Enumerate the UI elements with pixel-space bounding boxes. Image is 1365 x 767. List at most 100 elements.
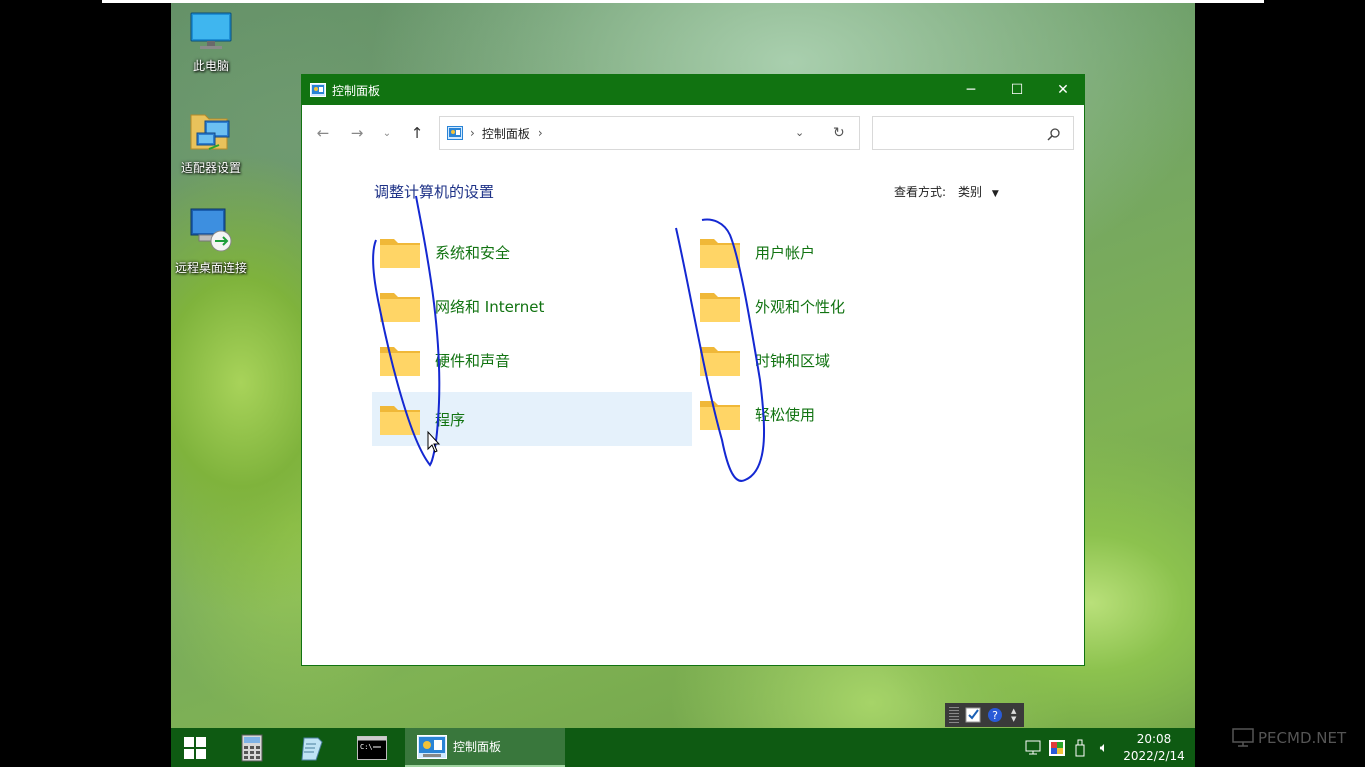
category-label[interactable]: 轻松使用 <box>755 404 815 425</box>
category-programs[interactable]: 程序 <box>372 392 692 446</box>
watermark-text: PECMD.NET <box>1258 729 1347 747</box>
breadcrumb-control-panel[interactable]: 控制面板 <box>482 125 530 142</box>
category-appearance[interactable]: 外观和个性化 <box>692 279 1012 333</box>
notepad-icon <box>301 737 323 760</box>
recent-locations-button[interactable]: ⌄ <box>376 122 398 144</box>
tray-volume[interactable]: 🔈︎ <box>1091 728 1117 767</box>
taskbar-calculator[interactable] <box>229 728 275 767</box>
desktop-icon-label: 此电脑 <box>192 59 229 73</box>
back-button[interactable]: ← <box>312 122 334 144</box>
refresh-icon: ↻ <box>833 125 845 141</box>
page-heading: 调整计算机的设置 <box>374 183 495 201</box>
monitor-icon <box>1232 728 1254 747</box>
start-button[interactable] <box>171 728 219 767</box>
chevron-down-icon: ⌄ <box>382 127 392 139</box>
folder-icon <box>700 239 740 268</box>
calculator-icon <box>241 734 263 761</box>
arrow-right-icon: → <box>350 124 364 142</box>
view-by-dropdown[interactable]: 类别 ▼ <box>958 183 999 200</box>
window-title: 控制面板 <box>332 83 381 98</box>
control-panel-icon <box>417 734 447 759</box>
desktop-icon-label: 远程桌面连接 <box>174 261 247 275</box>
category-label[interactable]: 时钟和区域 <box>755 350 830 371</box>
maximize-icon: ☐ <box>1010 82 1024 98</box>
chevron-down-icon: ⌄ <box>795 126 805 139</box>
address-bar[interactable]: › 控制面板 › ⌄ ↻ <box>439 116 860 150</box>
category-hardware-sound[interactable]: 硬件和声音 <box>372 333 692 387</box>
terminal-icon: C:\ <box>357 735 387 760</box>
desktop-icon-label: 适配器设置 <box>180 161 241 175</box>
folder-icon <box>380 293 420 322</box>
folder-icon <box>380 347 420 376</box>
refresh-button[interactable]: ↻ <box>833 125 845 141</box>
floating-toolbar[interactable]: ? ▲ ▼ <box>945 703 1024 727</box>
navigation-bar: ← → ⌄ ↑ › 控制面板 › ⌄ ↻ <box>302 116 1084 150</box>
grip-icon[interactable] <box>949 707 959 723</box>
search-input[interactable] <box>879 124 1039 142</box>
breadcrumb-separator[interactable]: › <box>538 126 543 140</box>
category-ease-of-access[interactable]: 轻松使用 <box>692 387 1012 441</box>
breadcrumb-separator[interactable]: › <box>470 126 475 140</box>
window-titlebar[interactable]: 控制面板 ─ ☐ ✕ <box>302 75 1084 105</box>
maximize-button[interactable]: ☐ <box>994 75 1040 105</box>
taskbar-notepad[interactable] <box>289 728 335 767</box>
category-label[interactable]: 外观和个性化 <box>755 296 845 317</box>
folder-icon <box>380 239 420 268</box>
category-label[interactable]: 程序 <box>435 409 465 430</box>
network-icon <box>1025 740 1041 754</box>
caret-down-icon: ▼ <box>991 189 999 199</box>
view-by-value: 类别 <box>958 185 983 199</box>
control-panel-window[interactable]: 控制面板 ─ ☐ ✕ ← → ⌄ ↑ › 控制面板 › ⌄ ↻ 调整计算机的设置… <box>301 74 1085 666</box>
checkbox-tool-icon[interactable] <box>965 707 981 723</box>
folder-icon <box>380 406 420 435</box>
folder-icon <box>700 401 740 430</box>
folder-icon <box>700 347 740 376</box>
category-label[interactable]: 系统和安全 <box>435 242 510 263</box>
close-button[interactable]: ✕ <box>1040 75 1086 105</box>
control-panel-icon <box>310 83 326 97</box>
taskbar: C:\ 控制面板 🔈︎ 20:08 2022/2/14 <box>171 728 1195 767</box>
speaker-icon: 🔈︎ <box>1099 739 1109 756</box>
forward-button[interactable]: → <box>346 122 368 144</box>
taskbar-clock[interactable]: 20:08 2022/2/14 <box>1116 731 1192 765</box>
category-label[interactable]: 用户帐户 <box>755 242 815 263</box>
taskbar-command-prompt[interactable]: C:\ <box>349 728 395 767</box>
control-panel-icon <box>447 126 463 140</box>
view-by: 查看方式: 类别 ▼ <box>894 183 999 200</box>
desktop-icon-remote-desktop[interactable]: 远程桌面连接 <box>171 205 251 276</box>
display-color-icon <box>1049 739 1065 756</box>
scroll-arrows-icon[interactable]: ▲ ▼ <box>1011 707 1016 723</box>
remote-desktop-icon <box>190 208 232 252</box>
usb-drive-icon <box>1075 739 1085 756</box>
arrow-up-icon: ↑ <box>410 124 424 142</box>
taskbar-item-label: 控制面板 <box>453 740 502 754</box>
svg-text:?: ? <box>992 709 998 722</box>
help-icon[interactable]: ? <box>987 707 1003 723</box>
minimize-icon: ─ <box>966 82 976 98</box>
windows-logo-icon <box>184 736 206 759</box>
category-label[interactable]: 硬件和声音 <box>435 350 510 371</box>
search-box[interactable] <box>872 116 1074 150</box>
desktop-icon-adapter-settings[interactable]: 适配器设置 <box>171 107 251 176</box>
taskbar-control-panel[interactable]: 控制面板 <box>405 728 565 767</box>
category-system-security[interactable]: 系统和安全 <box>372 225 692 279</box>
minimize-button[interactable]: ─ <box>948 75 994 105</box>
address-dropdown-button[interactable]: ⌄ <box>795 126 804 139</box>
arrow-left-icon: ← <box>316 124 330 142</box>
network-folder-icon <box>190 114 230 150</box>
tray-display[interactable] <box>1045 728 1069 767</box>
category-network-internet[interactable]: 网络和 Internet <box>372 279 692 333</box>
up-button[interactable]: ↑ <box>406 122 428 144</box>
desktop-icon-this-pc[interactable]: 此电脑 <box>171 11 251 74</box>
search-icon[interactable] <box>1047 127 1061 141</box>
watermark: PECMD.NET <box>1232 728 1346 748</box>
category-clock-region[interactable]: 时钟和区域 <box>692 333 1012 387</box>
svg-text:C:\: C:\ <box>360 743 373 751</box>
view-by-label: 查看方式: <box>894 185 947 199</box>
category-label[interactable]: 网络和 Internet <box>435 296 544 317</box>
tray-usb[interactable] <box>1069 728 1091 767</box>
tray-network[interactable] <box>1021 728 1045 767</box>
category-user-accounts[interactable]: 用户帐户 <box>692 225 1012 279</box>
close-icon: ✕ <box>1057 82 1069 98</box>
folder-icon <box>700 293 740 322</box>
